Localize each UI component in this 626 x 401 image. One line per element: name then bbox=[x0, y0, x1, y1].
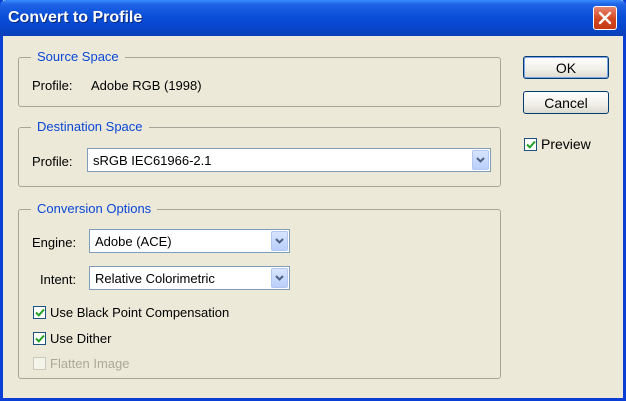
intent-value: Relative Colorimetric bbox=[95, 271, 215, 286]
flatten-image-checkbox bbox=[33, 357, 46, 370]
flatten-image-label: Flatten Image bbox=[50, 356, 130, 371]
ok-button[interactable]: OK bbox=[523, 56, 609, 79]
use-bpc-checkbox-row[interactable]: Use Black Point Compensation bbox=[33, 305, 229, 320]
engine-dropdown-button[interactable] bbox=[271, 231, 288, 251]
cancel-button[interactable]: Cancel bbox=[523, 91, 609, 114]
destination-space-legend: Destination Space bbox=[31, 119, 149, 134]
destination-profile-value: sRGB IEC61966-2.1 bbox=[93, 153, 212, 168]
destination-profile-dropdown-button[interactable] bbox=[472, 150, 489, 170]
checkmark-icon bbox=[34, 334, 45, 343]
close-x-icon bbox=[598, 11, 612, 25]
source-space-legend: Source Space bbox=[31, 49, 125, 64]
destination-profile-label: Profile: bbox=[32, 154, 73, 169]
source-profile-label: Profile: bbox=[32, 78, 73, 93]
dialog-window: Convert to Profile Source Space Profile:… bbox=[0, 0, 626, 401]
use-bpc-label: Use Black Point Compensation bbox=[50, 305, 230, 320]
use-dither-label: Use Dither bbox=[50, 331, 112, 346]
window-title: Convert to Profile bbox=[8, 9, 143, 26]
source-space-group: Source Space Profile: Adobe RGB (1998) bbox=[18, 49, 501, 107]
intent-label: Intent: bbox=[40, 272, 77, 287]
destination-space-group: Destination Space Profile: sRGB IEC61966… bbox=[18, 119, 501, 187]
use-dither-checkbox-row[interactable]: Use Dither bbox=[33, 331, 111, 346]
checkmark-icon bbox=[525, 140, 536, 149]
preview-checkbox[interactable] bbox=[524, 137, 537, 151]
close-button[interactable] bbox=[593, 6, 617, 30]
preview-label: Preview bbox=[541, 136, 591, 152]
conversion-options-legend: Conversion Options bbox=[31, 201, 158, 216]
flatten-image-checkbox-row: Flatten Image bbox=[33, 356, 130, 371]
intent-dropdown-button[interactable] bbox=[271, 268, 288, 288]
destination-profile-select[interactable]: sRGB IEC61966-2.1 bbox=[87, 148, 491, 172]
engine-label: Engine: bbox=[32, 235, 77, 250]
conversion-options-group: Conversion Options Engine: Adobe (ACE) I… bbox=[18, 201, 501, 379]
chevron-down-icon bbox=[275, 238, 284, 244]
intent-select[interactable]: Relative Colorimetric bbox=[89, 266, 290, 290]
title-bar[interactable]: Convert to Profile bbox=[0, 0, 626, 36]
engine-select[interactable]: Adobe (ACE) bbox=[89, 229, 290, 253]
source-profile-value: Adobe RGB (1998) bbox=[91, 78, 202, 93]
chevron-down-icon bbox=[476, 157, 485, 163]
use-bpc-checkbox[interactable] bbox=[33, 306, 46, 319]
engine-value: Adobe (ACE) bbox=[95, 234, 172, 249]
use-dither-checkbox[interactable] bbox=[33, 332, 46, 345]
checkmark-icon bbox=[34, 308, 45, 317]
preview-checkbox-row[interactable]: Preview bbox=[524, 136, 591, 152]
chevron-down-icon bbox=[275, 275, 284, 281]
